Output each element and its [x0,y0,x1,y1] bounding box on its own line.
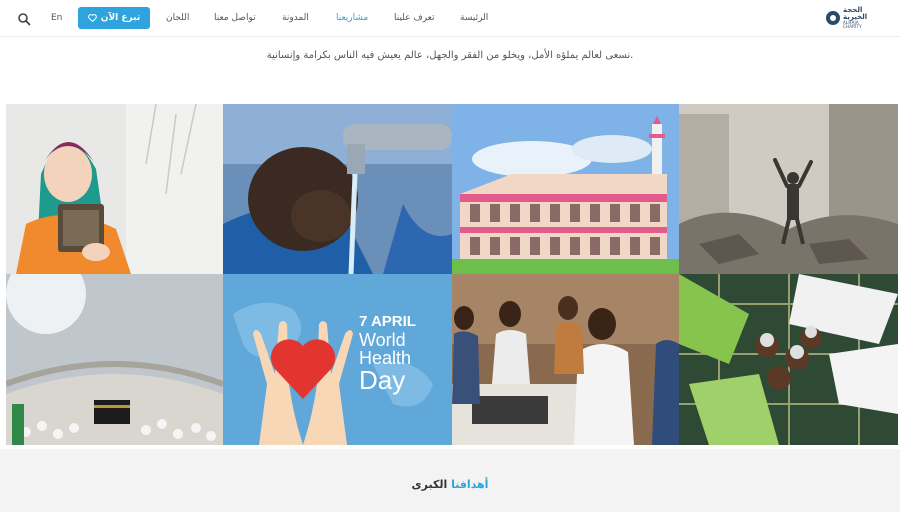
nav-contact[interactable]: تواصل معنا [214,0,256,37]
tagline: نسعى لعالم يملؤه الأمل، ويخلو من الفقر و… [266,50,634,61]
donate-button[interactable]: تبرع الآن [78,7,150,29]
kaaba-pilgrims-photo[interactable] [6,274,223,445]
man-in-rubble-photo[interactable] [679,104,898,274]
nav-about[interactable]: تعرف علينا [394,0,435,37]
site-header: الحجة الخيرية ALHAJA CHARITY الرئيسة تعر… [0,0,900,37]
boy-drinking-water-photo[interactable] [223,104,452,274]
health-day-line-world: World [359,330,406,350]
mosque-building-photo[interactable] [452,104,679,274]
search-icon[interactable] [17,12,31,26]
girl-with-quran-photo[interactable] [6,104,223,274]
health-day-line-day: Day [359,365,406,395]
logo-mark-icon [826,11,840,25]
logo-text-en: ALHAJA CHARITY [843,20,862,29]
goals-heading-rest: الكبرى [411,478,452,491]
language-switch[interactable]: En [51,0,62,37]
nav-projects[interactable]: مشاريعنا [336,0,368,37]
nav-home[interactable]: الرئيسة [460,0,488,37]
goals-heading-highlight: أهدافنا [451,478,489,491]
donate-label: تبرع الآن [100,13,141,23]
nav-committees[interactable]: اللجان [166,0,189,37]
logo-text-ar: الحجة الخيرية [843,6,868,21]
health-day-date: 7 APRIL [359,313,416,330]
logo[interactable]: الحجة الخيرية ALHAJA CHARITY [826,6,878,29]
heart-icon [87,14,97,22]
children-on-prayer-rug-photo[interactable] [679,274,898,445]
nav-blog[interactable]: المدونة [282,0,309,37]
projects-gallery: 7 APRIL World Health Day [6,104,898,445]
world-health-day-poster[interactable]: 7 APRIL World Health Day [223,274,452,445]
goals-heading: أهدافنا الكبرى [0,478,900,491]
workshop-group-photo[interactable] [452,274,679,445]
